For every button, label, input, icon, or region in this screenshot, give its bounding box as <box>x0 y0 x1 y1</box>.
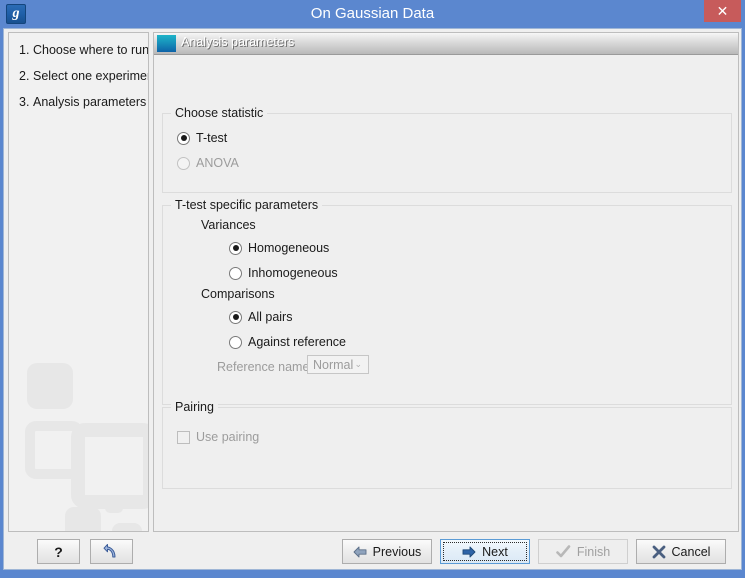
pairing-title: Pairing <box>171 400 218 414</box>
variances-label: Variances <box>201 218 256 232</box>
window-bottom-strip <box>0 570 745 578</box>
finish-button: Finish <box>538 539 628 564</box>
reference-name-select[interactable]: Normal ⌄ <box>307 355 369 374</box>
wizard-window: g On Gaussian Data ✕ 1. Choose where to r… <box>0 0 745 578</box>
radio-homogeneous[interactable]: Homogeneous <box>229 241 329 255</box>
radio-homogeneous-label: Homogeneous <box>248 241 330 255</box>
sidebar-step-1[interactable]: 1. Choose where to run <box>19 43 149 57</box>
radio-t-test[interactable]: T-test <box>177 131 227 145</box>
decoration-square-6 <box>112 523 142 531</box>
radio-homogeneous-indicator <box>229 241 242 255</box>
checkbox-use-pairing-label: Use pairing <box>196 430 260 444</box>
radio-all-pairs-label: All pairs <box>248 310 293 324</box>
radio-t-test-indicator <box>177 131 190 145</box>
next-button-label: Next <box>482 544 508 559</box>
sidebar-step-1-number: 1. <box>19 43 30 57</box>
reference-name-label: Reference name <box>217 360 310 374</box>
decoration-square-5 <box>105 495 123 513</box>
decoration-square-4 <box>65 507 101 531</box>
ttest-parameters-group: T-test specific parameters Variances Hom… <box>162 198 732 405</box>
window-body: 1. Choose where to run 2. Select one exper… <box>3 28 742 570</box>
panel-header: Analysis parameters <box>154 33 738 55</box>
wizard-button-bar: ? Previous Next Finish Cancel <box>4 535 741 569</box>
chevron-down-icon: ⌄ <box>354 359 362 369</box>
next-button[interactable]: Next <box>440 539 530 564</box>
sidebar-step-3-label: Analysis parameters <box>33 95 147 109</box>
choose-statistic-title: Choose statistic <box>171 106 268 120</box>
ttest-parameters-title: T-test specific parameters <box>171 198 323 212</box>
arrow-left-icon <box>353 546 367 558</box>
radio-t-test-label: T-test <box>196 131 228 145</box>
radio-inhomogeneous-label: Inhomogeneous <box>248 266 338 280</box>
main-content-panel: Analysis parameters Choose statistic T-t… <box>153 32 739 532</box>
sidebar-step-2-number: 2. <box>19 69 30 83</box>
help-button[interactable]: ? <box>37 539 80 564</box>
panel-header-title: Analysis parameters <box>181 35 295 49</box>
checkbox-use-pairing-indicator <box>177 430 190 444</box>
pairing-group: Pairing Use pairing <box>162 400 732 489</box>
sidebar-step-2-label: Select one experiment <box>33 69 149 83</box>
radio-anova: ANOVA <box>177 156 239 170</box>
comparisons-label: Comparisons <box>201 287 275 301</box>
cancel-button[interactable]: Cancel <box>636 539 726 564</box>
radio-inhomogeneous[interactable]: Inhomogeneous <box>229 266 338 280</box>
analysis-parameters-icon <box>157 35 176 52</box>
radio-anova-indicator <box>177 156 190 170</box>
radio-all-pairs[interactable]: All pairs <box>229 310 292 324</box>
close-icon[interactable]: ✕ <box>704 0 741 22</box>
arrow-right-icon <box>462 546 476 558</box>
previous-button-label: Previous <box>372 544 422 559</box>
checkbox-use-pairing: Use pairing <box>177 430 259 444</box>
sidebar-step-3-number: 3. <box>19 95 30 109</box>
choose-statistic-group: Choose statistic T-test ANOVA <box>162 106 732 193</box>
sidebar-step-3[interactable]: 3. Analysis parameters <box>19 95 146 109</box>
reference-name-value: Normal <box>313 357 354 372</box>
radio-against-reference[interactable]: Against reference <box>229 335 346 349</box>
checkmark-icon <box>556 544 571 559</box>
radio-against-reference-indicator <box>229 335 242 349</box>
finish-button-label: Finish <box>576 544 611 559</box>
previous-button[interactable]: Previous <box>342 539 432 564</box>
sidebar-step-1-label: Choose where to run <box>33 43 149 57</box>
sidebar-step-2[interactable]: 2. Select one experiment <box>19 69 149 83</box>
question-mark-icon: ? <box>54 543 63 560</box>
reset-button[interactable] <box>90 539 133 564</box>
cancel-button-label: Cancel <box>671 544 711 559</box>
radio-all-pairs-indicator <box>229 310 242 324</box>
decoration-square-1 <box>27 363 73 409</box>
undo-arrow-icon <box>103 543 120 560</box>
close-x-icon <box>652 545 666 559</box>
radio-inhomogeneous-indicator <box>229 266 242 280</box>
radio-against-reference-label: Against reference <box>248 335 346 349</box>
window-title: On Gaussian Data <box>310 5 435 22</box>
radio-anova-label: ANOVA <box>196 156 239 170</box>
title-bar: g On Gaussian Data ✕ <box>0 0 745 28</box>
wizard-steps-sidebar: 1. Choose where to run 2. Select one exper… <box>8 32 149 532</box>
